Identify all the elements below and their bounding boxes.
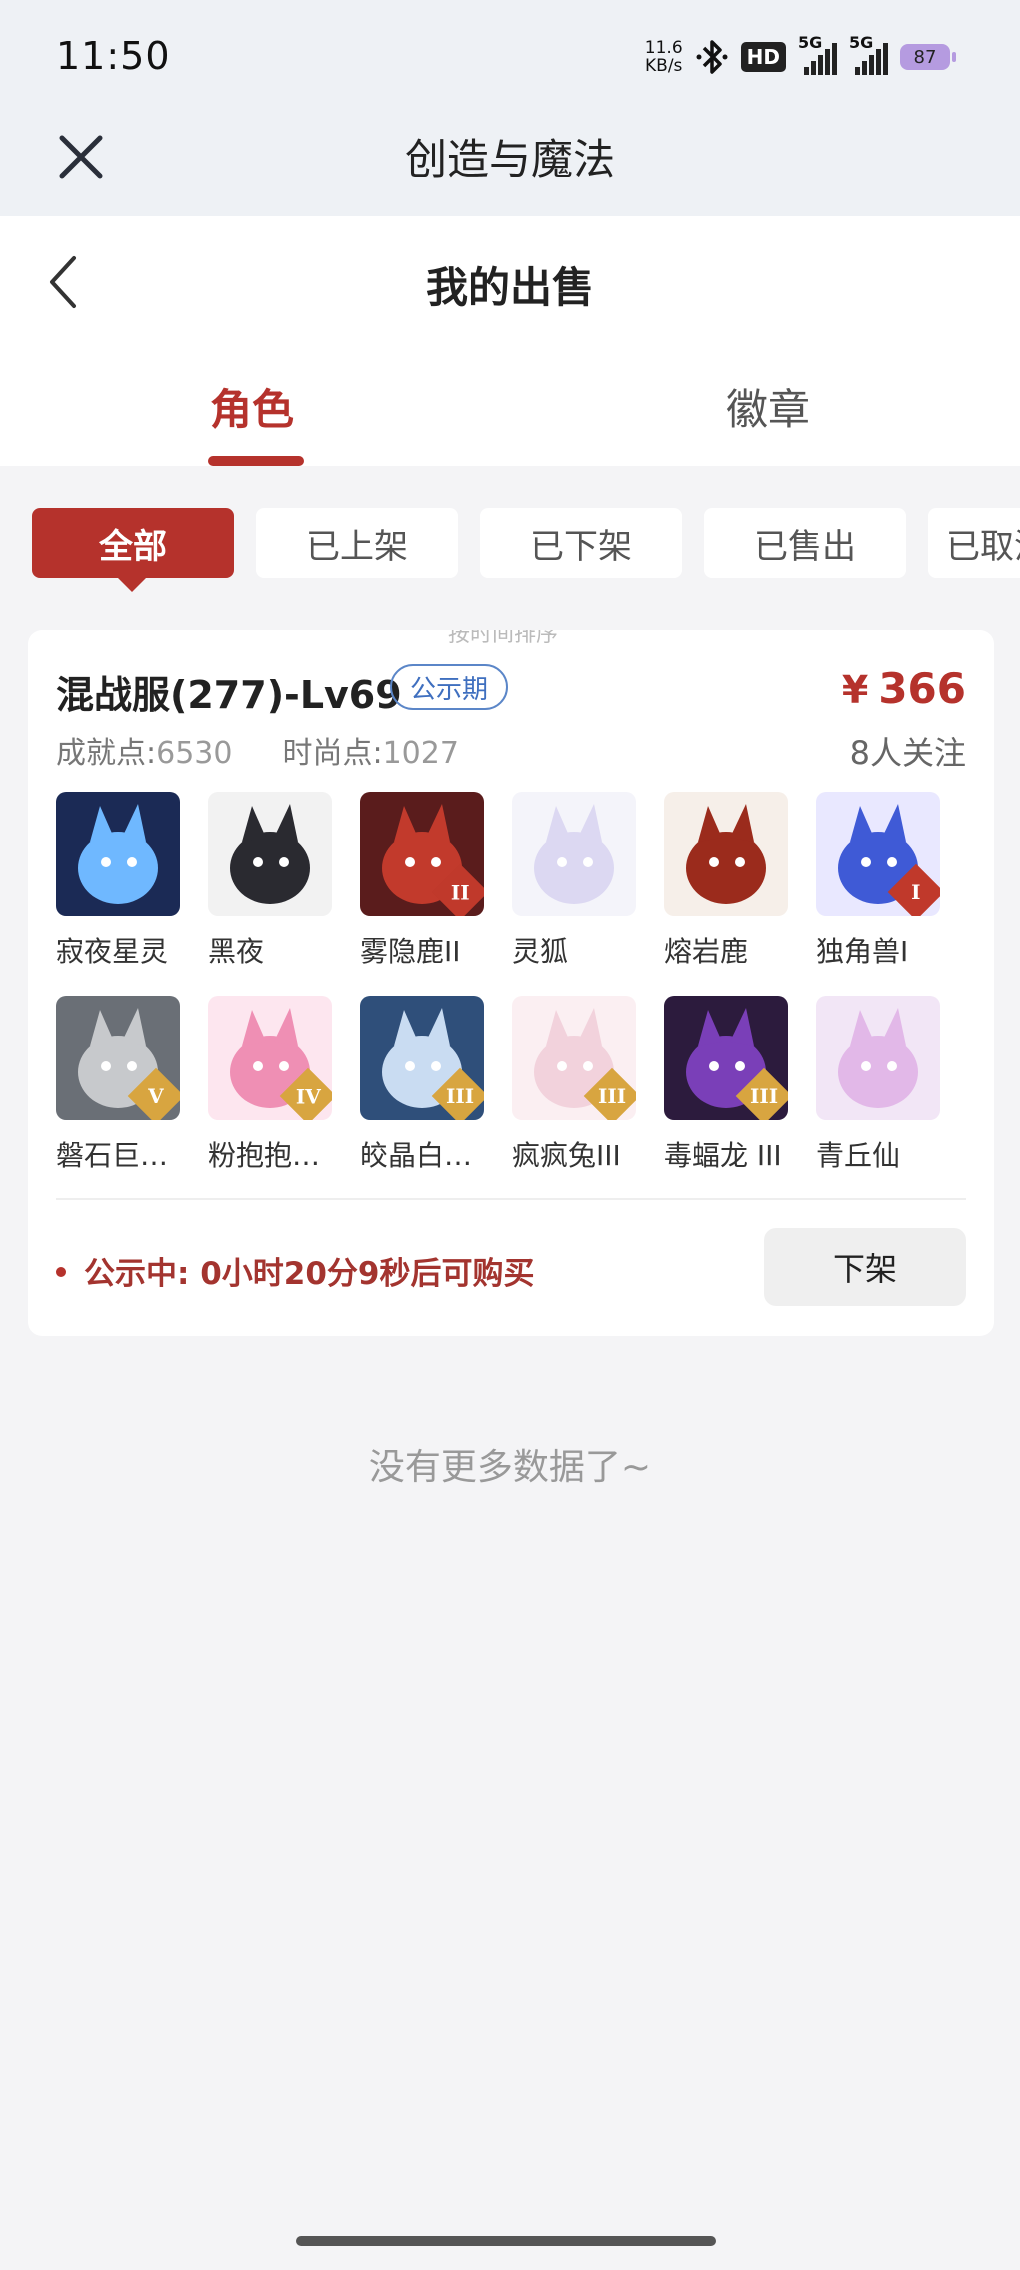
listing-title: 混战服(277)-Lv69: [56, 673, 402, 717]
achievement-label: 成就点:: [56, 736, 157, 771]
net-speed: 11.6 KB/s: [645, 39, 683, 75]
page-title: 我的出售: [425, 263, 594, 312]
listing-meta: 成就点:6530 时尚点:1027: [56, 728, 459, 772]
signal-icon: 5G: [849, 33, 888, 75]
pet-item[interactable]: III 皎晶白…: [334, 996, 486, 1174]
net-speed-unit: KB/s: [645, 56, 683, 76]
filter-active-arrow: [116, 576, 148, 592]
pet-name: 毒蝠龙 III: [664, 1139, 782, 1172]
filter-all[interactable]: 全部: [32, 508, 234, 578]
tab-active-indicator: [208, 456, 304, 466]
pet-avatar: [512, 792, 636, 916]
pet-avatar: II: [360, 792, 484, 916]
pet-avatar: [816, 996, 940, 1120]
status-badge: 公示期: [390, 664, 509, 710]
pet-avatar: III: [512, 996, 636, 1120]
tier-label: II: [450, 880, 470, 904]
no-more-data: 没有更多数据了~: [368, 1447, 652, 1488]
pet-avatar-art: [78, 804, 158, 904]
page-header: 我的出售 角色 徽章: [0, 216, 1020, 466]
fashion-value: 1027: [382, 736, 459, 771]
signal-2-label: 5G: [849, 33, 874, 52]
price-value: 366: [878, 664, 966, 713]
followers-count: 8人关注: [849, 734, 966, 772]
notice-dot-icon: [56, 1266, 66, 1277]
currency-symbol: ¥: [841, 668, 869, 712]
app-title: 创造与魔法: [404, 135, 615, 184]
pet-avatar: [208, 792, 332, 916]
net-speed-value: 11.6: [644, 38, 683, 58]
pet-name: 疯疯兔III: [512, 1139, 621, 1172]
battery-icon: 87: [900, 44, 956, 70]
tab-role[interactable]: 角色: [210, 376, 294, 437]
filter-cancelled[interactable]: 已取消: [928, 508, 1020, 578]
pet-avatar-art: [686, 804, 766, 904]
tab-badge[interactable]: 徽章: [726, 376, 810, 437]
signal-1-label: 5G: [798, 33, 823, 52]
pet-item[interactable]: 灵狐: [486, 792, 638, 970]
pet-name: 灵狐: [512, 935, 569, 968]
pet-item[interactable]: IV 粉抱抱…: [182, 996, 334, 1174]
listing-card[interactable]: 按时间排序 混战服(277)-Lv69 公示期 ¥366 成就点:6530 时尚点…: [28, 630, 994, 1336]
pet-item[interactable]: 青丘仙: [790, 996, 942, 1174]
bluetooth-icon: [696, 40, 728, 74]
filter-sold[interactable]: 已售出: [704, 508, 906, 578]
pet-name: 寂夜星灵: [56, 935, 169, 968]
pet-name: 黑夜: [208, 935, 265, 968]
signal-icon: 5G: [798, 33, 837, 75]
pet-name: 皎晶白…: [360, 1139, 473, 1172]
pet-name: 磐石巨…: [56, 1139, 169, 1172]
public-notice: 公示中: 0小时20分9秒后可购买: [56, 1248, 534, 1293]
divider: [56, 1198, 966, 1200]
delist-button[interactable]: 下架: [764, 1228, 966, 1306]
tier-label: III: [445, 1083, 475, 1108]
home-indicator[interactable]: [296, 2236, 716, 2246]
status-bar: 11:50 11.6 KB/s HD 5G 5G 87: [0, 0, 1020, 112]
tier-label: I: [911, 879, 921, 904]
pet-item[interactable]: III 疯疯兔III: [486, 996, 638, 1174]
pet-avatar: I: [816, 792, 940, 916]
status-icons: 11.6 KB/s HD 5G 5G 87: [645, 33, 956, 80]
pet-avatar-art: [230, 804, 310, 904]
listing-price: ¥366: [842, 664, 966, 713]
pet-name: 熔岩鹿: [664, 935, 749, 968]
tier-label: III: [749, 1083, 779, 1108]
notice-text: 公示中: 0小时20分9秒后可购买: [84, 1256, 535, 1292]
tier-label: III: [597, 1083, 627, 1108]
filter-listed[interactable]: 已上架: [256, 508, 458, 578]
pet-name: 青丘仙: [816, 1139, 901, 1172]
tier-label: V: [148, 1084, 164, 1108]
pet-item[interactable]: III 毒蝠龙 III: [638, 996, 790, 1174]
filter-bar: 全部 已上架 已下架 已售出 已取消: [32, 508, 1020, 578]
pet-item[interactable]: 黑夜: [182, 792, 334, 970]
app-bar: 创造与魔法: [0, 112, 1020, 216]
pet-avatar: III: [664, 996, 788, 1120]
achievement-value: 6530: [156, 736, 233, 771]
pet-avatar-art: [534, 804, 614, 904]
pet-name: 雾隐鹿II: [360, 935, 461, 968]
pet-avatar: IV: [208, 996, 332, 1120]
filter-delisted[interactable]: 已下架: [480, 508, 682, 578]
hd-voice-icon: HD: [740, 42, 786, 72]
pet-avatar-art: [838, 1008, 918, 1108]
pet-avatar: [664, 792, 788, 916]
pet-item[interactable]: 寂夜星灵: [30, 792, 182, 970]
status-time: 11:50: [56, 34, 171, 78]
pet-item[interactable]: I 独角兽I: [790, 792, 942, 970]
pet-avatar: V: [56, 996, 180, 1120]
pet-item[interactable]: 熔岩鹿: [638, 792, 790, 970]
tier-label: IV: [295, 1084, 321, 1108]
pet-avatar: [56, 792, 180, 916]
sort-hint: 按时间排序: [448, 630, 559, 647]
fashion-label: 时尚点:: [282, 736, 383, 771]
pet-name: 粉抱抱…: [208, 1139, 321, 1172]
pet-item[interactable]: V 磐石巨…: [30, 996, 182, 1174]
pet-name: 独角兽I: [816, 935, 909, 968]
pet-avatar: III: [360, 996, 484, 1120]
pet-item[interactable]: II 雾隐鹿II: [334, 792, 486, 970]
